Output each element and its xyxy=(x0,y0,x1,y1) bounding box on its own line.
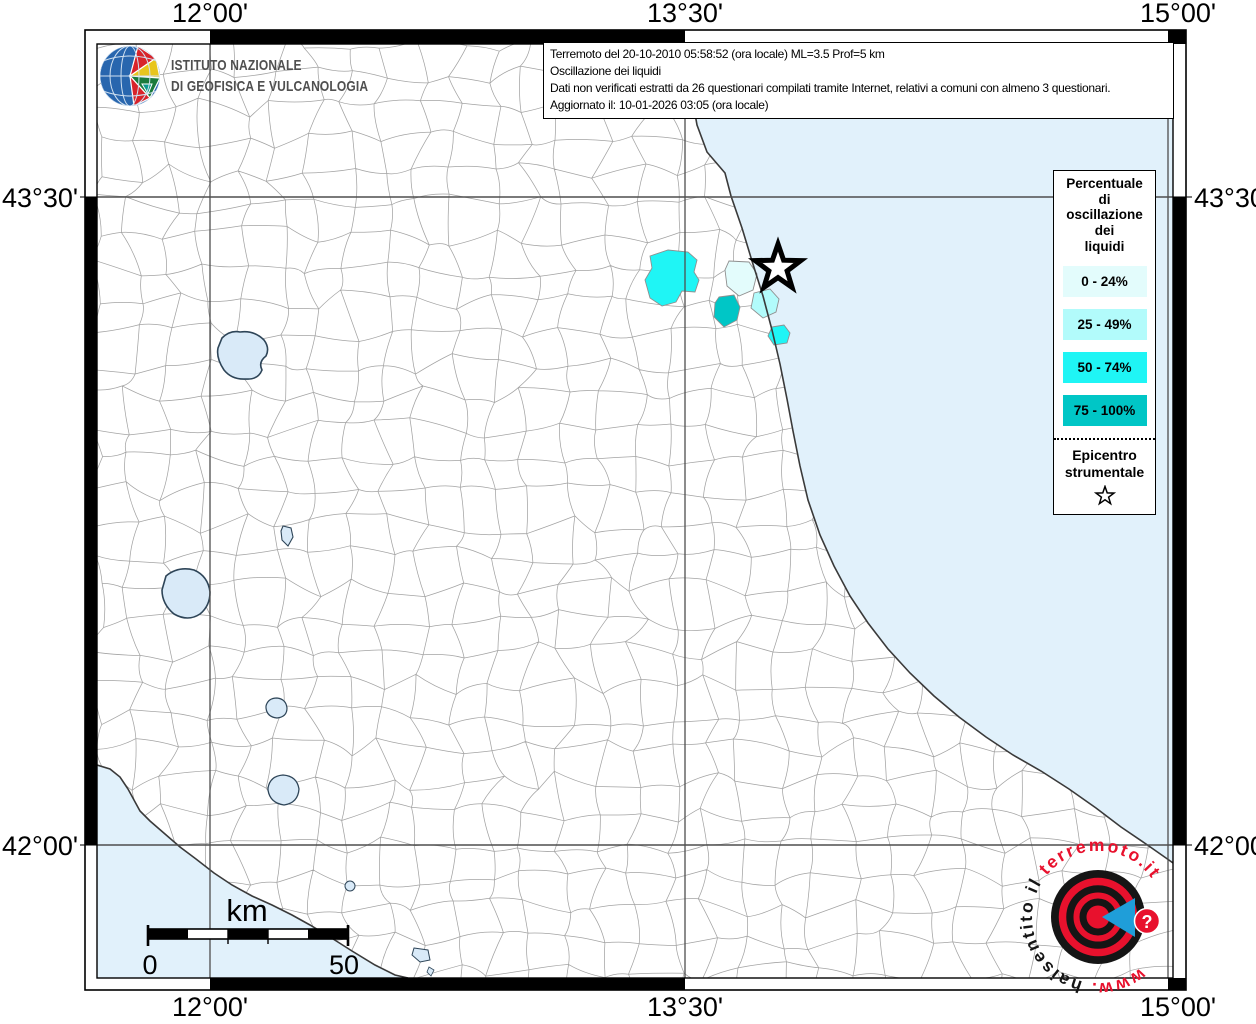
coord-label-top-13-30: 13°30' xyxy=(646,0,724,28)
coord-label-right-42: 42°00' xyxy=(1194,831,1256,861)
legend-swatch-0-24: 0 - 24% xyxy=(1062,266,1147,298)
legend-title-line: liquidi xyxy=(1084,238,1125,254)
frame-segment xyxy=(1168,978,1186,990)
ingv-name-line1: ISTITUTO NAZIONALE xyxy=(171,57,302,74)
legend-swatch-75-100: 75 - 100% xyxy=(1062,395,1147,427)
coord-label-bottom-12: 12°00' xyxy=(171,992,249,1022)
epicenter-star-icon xyxy=(1093,485,1116,506)
epicenter-label-line2: strumentale xyxy=(1064,463,1145,480)
legend-swatch-25-49: 25 - 49% xyxy=(1062,309,1147,341)
epicenter-label-line1: Epicentro xyxy=(1072,447,1137,464)
scalebar-end-label: 50 xyxy=(329,950,359,980)
lake-albano xyxy=(344,880,356,892)
updated-at: Aggiornato il: 10-01-2026 03:05 (ora loc… xyxy=(550,98,769,113)
legend-title-line: Percentuale xyxy=(1066,176,1143,191)
frame-segment xyxy=(85,197,97,845)
lake-vico xyxy=(265,697,288,719)
scalebar-start-label: 0 xyxy=(142,950,157,980)
ingv-branding: ISTITUTO NAZIONALE DI GEOFISICA E VULCAN… xyxy=(98,44,418,108)
legend-title-line: dei xyxy=(1094,222,1115,238)
frame-segment xyxy=(210,978,685,990)
scalebar-unit: km xyxy=(226,893,267,928)
coord-label-left-42: 42°00' xyxy=(2,831,79,861)
coord-label-right-43-30: 43°30' xyxy=(1194,183,1256,213)
legend-title-line: oscillazione xyxy=(1066,207,1143,223)
haisentito-map-page: { "header_box": { "line1": "Terremoto de… xyxy=(0,0,1256,1024)
event-title: Terremoto del 20-10-2010 05:58:52 (ora l… xyxy=(550,47,885,61)
map-area xyxy=(97,44,1173,978)
frame-segment xyxy=(1173,197,1186,845)
coord-label-bottom-15: 15°00' xyxy=(1139,992,1217,1022)
scalebar-seg xyxy=(308,929,348,939)
lake-bracciano xyxy=(267,774,300,806)
map-subject: Oscillazione dei liquidi xyxy=(550,64,661,79)
coord-label-bottom-13-30: 13°30' xyxy=(646,992,724,1022)
legend-swatch-50-74: 50 - 74% xyxy=(1062,352,1147,384)
earthquake-info-box: Terremoto del 20-10-2010 05:58:52 (ora l… xyxy=(543,42,1174,120)
legend: Percentuale di oscillazione dei liquidi … xyxy=(1053,170,1156,516)
scalebar-seg xyxy=(148,929,188,939)
legend-title-line: di xyxy=(1098,191,1111,207)
coord-label-left-43-30: 43°30' xyxy=(2,183,79,213)
ingv-name-line2: DI GEOFISICA E VULCANOLOGIA xyxy=(171,78,369,95)
scalebar-seg xyxy=(228,929,268,939)
coord-label-top-15: 15°00' xyxy=(1139,0,1217,28)
lake-trasimeno xyxy=(216,330,269,380)
ingv-globe-icon xyxy=(100,46,160,106)
question-mark-icon: ? xyxy=(1142,912,1153,932)
data-disclaimer: Dati non verificati estratti da 26 quest… xyxy=(550,81,1111,96)
coord-label-top-12: 12°00' xyxy=(171,0,249,28)
